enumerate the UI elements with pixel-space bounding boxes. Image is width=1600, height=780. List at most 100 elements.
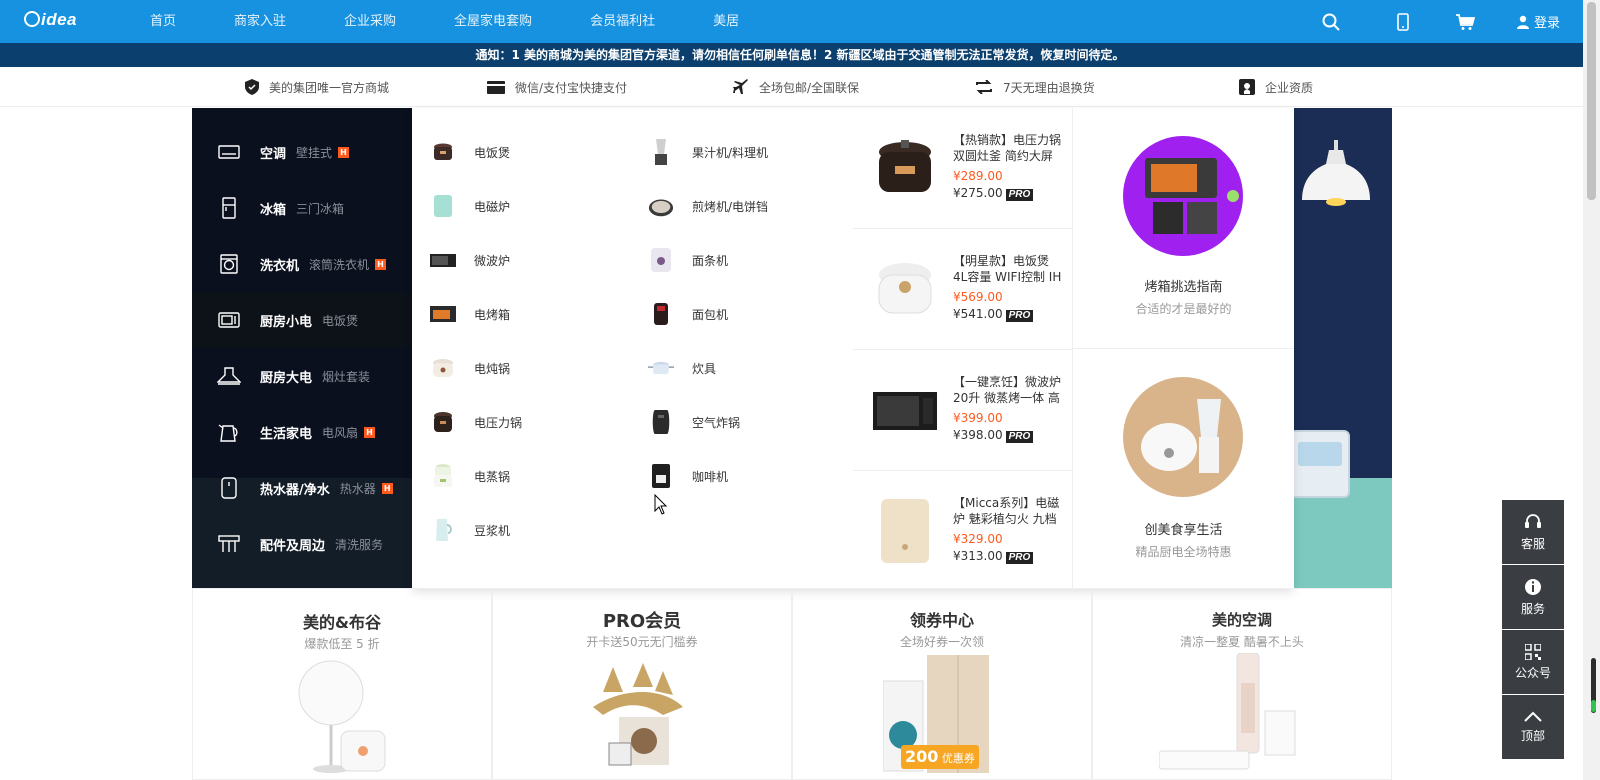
sub-item-label: 果汁机/料理机 (692, 145, 769, 160)
soymilk-maker-thumb (430, 517, 456, 543)
logo-text: idea (41, 10, 78, 29)
product-title: 【明星款】电饭煲 4L容量 WIFI控制 IH (953, 254, 1062, 284)
sub-item-coffee[interactable]: 咖啡机 (648, 459, 728, 493)
category-name: 空调 (260, 146, 287, 162)
product-card[interactable]: 【一键烹饪】微波炉 20升 微蒸烤一体 高 ¥399.00 ¥398.00 PRO (853, 350, 1073, 471)
float-label: 服务 (1520, 601, 1545, 616)
customer-service-button[interactable]: 客服 (1502, 500, 1564, 564)
promo-ac[interactable]: 美的空调 清凉一整夏 酷暑不上头 (1092, 588, 1392, 780)
sub-item-label: 豆浆机 (474, 523, 511, 538)
product-card[interactable]: 【明星款】电饭煲 4L容量 WIFI控制 IH ¥569.00 ¥541.00 P… (853, 229, 1073, 350)
category-item-fridge[interactable]: 冰箱 三门冰箱 (192, 180, 412, 236)
sub-item-label: 微波炉 (474, 253, 511, 268)
sub-item-steamer[interactable]: 电蒸锅 (430, 459, 510, 493)
headset-icon (1525, 513, 1541, 528)
sub-item-microwave[interactable]: 微波炉 (430, 243, 510, 277)
sub-item-juicer[interactable]: 果汁机/料理机 (648, 135, 768, 169)
coupon-amount: 200 (905, 747, 939, 766)
coupon-label: 优惠券 (941, 752, 975, 765)
card-icon (487, 80, 505, 94)
service-button[interactable]: 服务 (1502, 565, 1564, 629)
sub-item-rice-cooker[interactable]: 电饭煲 (430, 135, 510, 169)
product-pro-price: ¥275.00 PRO (953, 186, 1034, 201)
product-price: ¥569.00 (953, 290, 1003, 304)
product-card[interactable]: 【热销款】电压力锅 双圆灶釜 简约大屏 ¥289.00 ¥275.00 PRO (853, 108, 1073, 229)
category-item-ac[interactable]: 空调 壁挂式 H (192, 124, 412, 180)
category-item-washer[interactable]: 洗衣机 滚筒洗衣机 H (192, 236, 412, 292)
steamer-thumb (430, 463, 456, 489)
category-name: 厨房小电 (260, 314, 313, 330)
back-to-top-button[interactable]: 顶部 (1502, 695, 1564, 759)
induction-image (881, 499, 929, 563)
griddle-thumb (648, 193, 674, 219)
category-name: 生活家电 (260, 426, 313, 442)
pressure-cooker-image (879, 140, 931, 192)
guide-food[interactable]: 创美食享生活 精品厨电全场特惠 (1073, 348, 1294, 588)
pressure-cooker-thumb (430, 409, 456, 435)
category-sub: 壁挂式 (296, 145, 333, 160)
coupon-badge[interactable]: 200 优惠券 (901, 745, 979, 769)
sub-item-pressure-cooker[interactable]: 电压力锅 (430, 405, 522, 439)
nav-link-home[interactable]: 首页 (150, 0, 176, 43)
wechat-account-button[interactable]: 公众号 (1502, 630, 1564, 694)
sub-item-stew-pot[interactable]: 电炖锅 (430, 351, 510, 385)
promo-subtitle: 开卡送50元无门槛券 (586, 635, 698, 649)
guide-title: 创美食享生活 (1144, 523, 1223, 538)
sub-item-label: 电饭煲 (474, 145, 511, 160)
guide-oven[interactable]: 烤箱挑选指南 合适的才是最好的 (1073, 108, 1294, 348)
product-card[interactable]: 【Micca系列】电磁炉 魅彩植匀火 九档 ¥329.00 ¥313.00 PRO (853, 471, 1073, 592)
washer-icon (217, 252, 241, 276)
search-icon[interactable] (1320, 11, 1342, 33)
sub-item-label: 煎烤机/电饼铛 (692, 199, 769, 214)
promo-subtitle: 全场好券一次领 (899, 635, 984, 649)
promo-pro-member[interactable]: PRO会员 开卡送50元无门槛券 (492, 588, 792, 780)
top-nav: idea 首页 商家入驻 企业采购 全屋家电套购 会员福利社 美居 登录 (0, 0, 1600, 43)
category-item-water[interactable]: 热水器/净水 热水器 H (192, 460, 412, 516)
sub-item-oven[interactable]: 电烤箱 (430, 297, 510, 331)
sub-item-cookware[interactable]: 炊具 (648, 351, 716, 385)
product-price: ¥329.00 (953, 532, 1003, 546)
category-item-kitchen-large[interactable]: 厨房大电 烟灶套装 (192, 348, 412, 404)
category-item-life[interactable]: 生活家电 电风扇 H (192, 404, 412, 460)
product-pro-price: ¥398.00 PRO (953, 428, 1034, 443)
water-heater-icon (217, 476, 241, 500)
promo-coupon-center[interactable]: 领券中心 全场好券一次领 200 优惠券 (792, 588, 1092, 780)
guide-subtitle: 精品厨电全场特惠 (1135, 545, 1232, 559)
service-qualification[interactable]: 企业资质 (1239, 67, 1313, 107)
login-button[interactable]: 登录 (1516, 12, 1560, 31)
nav-icons: 登录 (1320, 0, 1560, 43)
category-item-accessory[interactable]: 配件及周边 清洗服务 (192, 516, 412, 572)
mobile-icon[interactable] (1392, 11, 1414, 33)
category-sub: 滚筒洗衣机 (309, 257, 370, 272)
sub-item-label: 电磁炉 (474, 199, 511, 214)
bread-maker-thumb (648, 301, 674, 327)
air-conditioner-image (1159, 653, 1296, 770)
category-sub: 热水器 (339, 481, 376, 496)
promo-title: PRO会员 (602, 611, 682, 632)
promo-bugu[interactable]: 美的&布谷 爆款低至 5 折 (192, 588, 492, 780)
login-label: 登录 (1533, 16, 1560, 31)
nav-link-merchant[interactable]: 商家入驻 (234, 0, 286, 43)
nav-link-meiju[interactable]: 美居 (713, 0, 739, 43)
pro-badge: PRO (1005, 431, 1034, 443)
service-label: 微信/支付宝快捷支付 (515, 80, 628, 95)
pro-badge: PRO (1005, 552, 1034, 564)
category-item-kitchen-small[interactable]: 厨房小电 电饭煲 (192, 292, 412, 348)
sub-item-air-fryer[interactable]: 空气炸锅 (648, 405, 740, 439)
midea-logo[interactable]: idea (24, 10, 77, 30)
sub-item-induction[interactable]: 电磁炉 (430, 189, 510, 223)
sub-item-soymilk[interactable]: 豆浆机 (430, 513, 510, 547)
sub-item-bread-maker[interactable]: 面包机 (648, 297, 728, 331)
cart-icon[interactable] (1454, 11, 1476, 33)
scrollbar-thumb[interactable] (1587, 2, 1596, 200)
nav-link-member[interactable]: 会员福利社 (590, 0, 655, 43)
nav-link-enterprise[interactable]: 企业采购 (344, 0, 396, 43)
sub-item-noodle-maker[interactable]: 面条机 (648, 243, 728, 277)
notice-bar: 通知：1 美的商城为美的集团官方渠道，请勿相信任何刷单信息！2 新疆区域由于交通… (0, 43, 1600, 67)
sub-item-label: 炊具 (692, 361, 717, 376)
product-title: 【热销款】电压力锅 双圆灶釜 简约大屏 (953, 133, 1062, 163)
nav-link-whole-house[interactable]: 全屋家电套购 (454, 0, 532, 43)
sub-item-griddle[interactable]: 煎烤机/电饼铛 (648, 189, 768, 223)
guide-title: 烤箱挑选指南 (1144, 280, 1223, 295)
food-guide-image (1123, 377, 1243, 497)
